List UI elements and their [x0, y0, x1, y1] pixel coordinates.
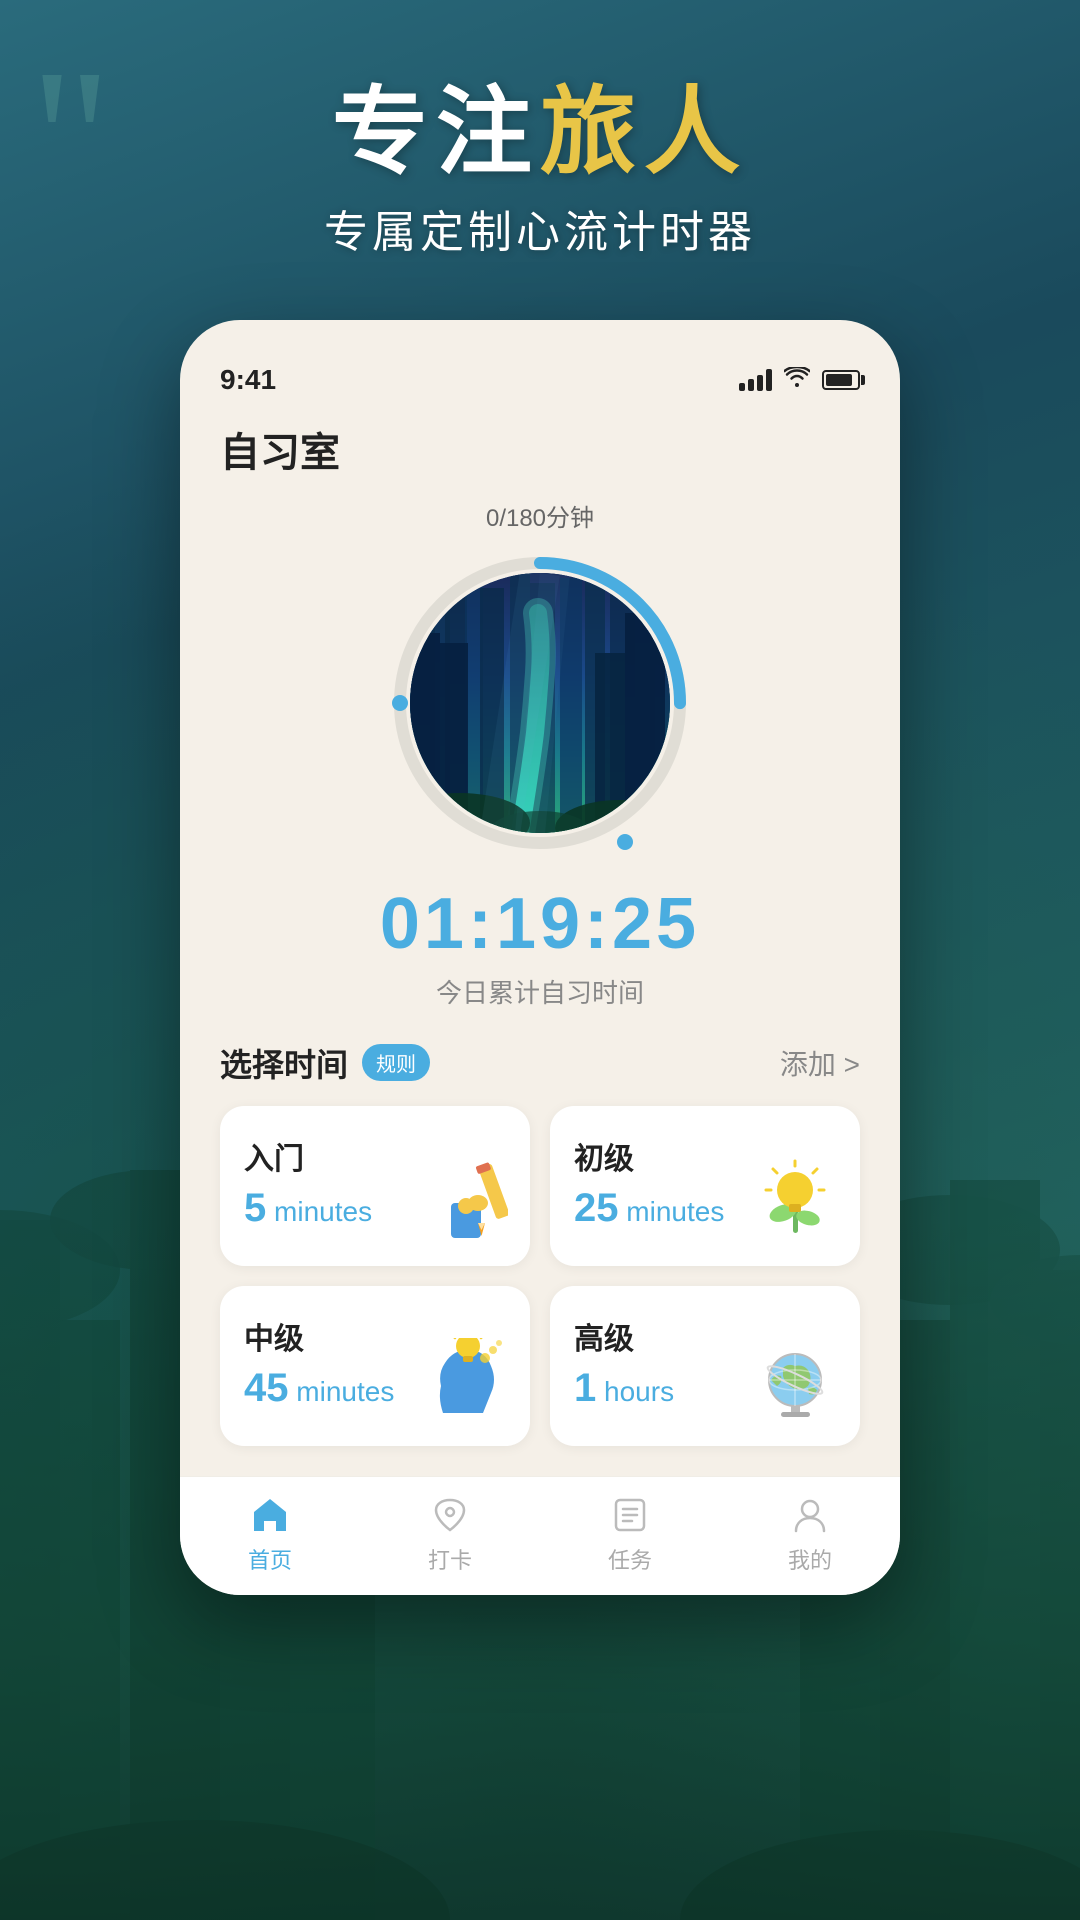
- time-select-left: 选择时间 规则: [220, 1040, 430, 1086]
- status-icons: [739, 367, 860, 393]
- title-part1: 专注: [332, 79, 540, 186]
- nav-label-tasks: 任务: [608, 1543, 652, 1575]
- time-card-intermediate[interactable]: 中级 45 minutes: [220, 1286, 530, 1446]
- tasks-icon: [608, 1493, 652, 1537]
- app-subtitle: 专属定制心流计时器: [0, 196, 1080, 260]
- battery-icon: [822, 370, 860, 390]
- globe-icon: [750, 1336, 840, 1426]
- add-link[interactable]: 添加 >: [780, 1043, 860, 1083]
- header: 专注旅人 专属定制心流计时器: [0, 0, 1080, 260]
- thinking-bulb-icon: [420, 1336, 510, 1426]
- profile-icon: [788, 1493, 832, 1537]
- progress-label: 0/180分钟: [486, 498, 594, 533]
- checkin-icon: [428, 1493, 472, 1537]
- rules-badge[interactable]: 规则: [362, 1044, 430, 1081]
- nav-label-profile: 我的: [788, 1543, 832, 1575]
- page-title: 自习室: [220, 420, 860, 478]
- app-content: 自习室 0/180分钟: [180, 410, 900, 1476]
- app-title: 专注旅人: [0, 80, 1080, 186]
- home-icon: [248, 1493, 292, 1537]
- progress-ring-container[interactable]: [380, 543, 700, 863]
- forest-scene: [410, 573, 670, 833]
- status-time: 9:41: [220, 364, 276, 396]
- nav-item-home[interactable]: 首页: [248, 1493, 292, 1575]
- ring-end-dot: [617, 834, 633, 850]
- time-select-title: 选择时间: [220, 1040, 348, 1086]
- time-select-header: 选择时间 规则 添加 >: [220, 1040, 860, 1086]
- timer-section: 0/180分钟: [220, 498, 860, 1010]
- time-card-advanced[interactable]: 高级 1 hours: [550, 1286, 860, 1446]
- timer-display: 01:19:25: [380, 883, 700, 965]
- nav-label-checkin: 打卡: [428, 1543, 472, 1575]
- pencil-icon: [420, 1156, 510, 1246]
- nav-item-checkin[interactable]: 打卡: [428, 1493, 472, 1575]
- forest-svg: [410, 573, 670, 833]
- signal-icon: [739, 369, 772, 391]
- wifi-icon: [784, 367, 810, 393]
- phone-wrapper: 9:41 自习: [0, 320, 1080, 1595]
- timer-sublabel: 今日累计自习时间: [436, 973, 644, 1010]
- nav-label-home: 首页: [248, 1543, 292, 1575]
- bottom-nav: 首页 打卡: [180, 1476, 900, 1595]
- status-bar: 9:41: [180, 350, 900, 410]
- nav-item-tasks[interactable]: 任务: [608, 1493, 652, 1575]
- nav-item-profile[interactable]: 我的: [788, 1493, 832, 1575]
- time-card-elementary[interactable]: 初级 25 minutes: [550, 1106, 860, 1266]
- title-part2: 旅人: [540, 79, 748, 186]
- forest-image: [410, 573, 670, 833]
- bulb-plant-icon: [750, 1156, 840, 1246]
- time-cards-grid: 入门 5 minutes: [220, 1106, 860, 1476]
- phone-mockup: 9:41 自习: [180, 320, 900, 1595]
- time-card-beginner[interactable]: 入门 5 minutes: [220, 1106, 530, 1266]
